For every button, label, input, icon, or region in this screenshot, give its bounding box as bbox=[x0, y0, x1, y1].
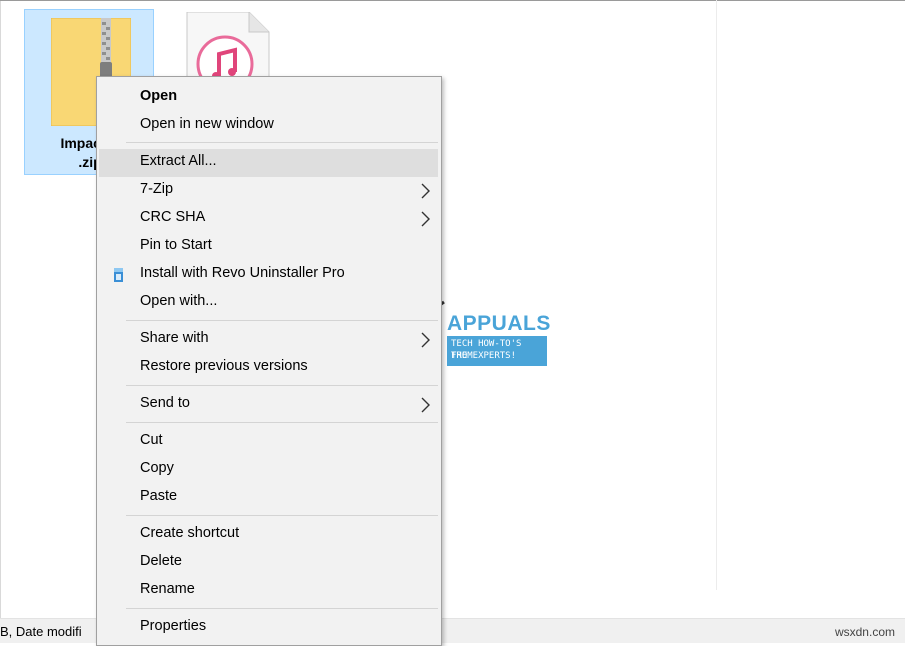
chevron-right-icon bbox=[421, 332, 430, 348]
menu-item-label: Extract All... bbox=[140, 153, 217, 169]
menu-item-label: Properties bbox=[140, 618, 207, 634]
menu-item-7zip[interactable]: 7-Zip bbox=[99, 177, 438, 205]
menu-item-label: Install with Revo Uninstaller Pro bbox=[140, 265, 345, 281]
menu-item-label: Open in new window bbox=[140, 116, 274, 132]
menu-item-rename[interactable]: Rename bbox=[99, 577, 438, 605]
menu-item-restore-previous-versions[interactable]: Restore previous versions bbox=[99, 354, 438, 382]
status-text: B, Date modifi bbox=[0, 624, 82, 639]
menu-item-paste[interactable]: Paste bbox=[99, 484, 438, 512]
menu-item-open[interactable]: Open bbox=[99, 84, 438, 112]
menu-item-cut[interactable]: Cut bbox=[99, 428, 438, 456]
menu-item-create-shortcut[interactable]: Create shortcut bbox=[99, 521, 438, 549]
menu-item-install-with-revo[interactable]: Install with Revo Uninstaller Pro bbox=[99, 261, 438, 289]
menu-item-label: Cut bbox=[140, 432, 163, 448]
menu-item-send-to[interactable]: Send to bbox=[99, 391, 438, 419]
menu-separator bbox=[126, 608, 438, 609]
menu-item-open-with[interactable]: Open with... bbox=[99, 289, 438, 317]
menu-separator bbox=[126, 142, 438, 143]
menu-item-label: Open with... bbox=[140, 293, 218, 309]
menu-item-label: Copy bbox=[140, 460, 174, 476]
menu-item-copy[interactable]: Copy bbox=[99, 456, 438, 484]
watermark-tagline: TECH HOW-TO'S FROM THE EXPERTS! bbox=[447, 336, 547, 366]
menu-item-label: Share with bbox=[140, 330, 209, 346]
menu-item-label: Rename bbox=[140, 581, 195, 597]
window-left-border bbox=[0, 1, 1, 618]
menu-item-open-in-new-window[interactable]: Open in new window bbox=[99, 112, 438, 140]
chevron-right-icon bbox=[421, 183, 430, 199]
watermark-tagline-line2: THE EXPERTS! bbox=[451, 351, 517, 361]
chevron-right-icon bbox=[421, 211, 430, 227]
menu-item-label: Create shortcut bbox=[140, 525, 240, 541]
menu-separator bbox=[126, 515, 438, 516]
chevron-right-icon bbox=[421, 397, 430, 413]
watermark-brand: APPUALS bbox=[447, 312, 551, 335]
menu-item-extract-all[interactable]: Extract All... bbox=[99, 149, 438, 177]
menu-item-label: Paste bbox=[140, 488, 178, 504]
menu-item-pin-to-start[interactable]: Pin to Start bbox=[99, 233, 438, 261]
menu-item-label: 7-Zip bbox=[140, 181, 174, 197]
context-menu: Open Open in new window Extract All... 7… bbox=[96, 76, 442, 646]
menu-item-delete[interactable]: Delete bbox=[99, 549, 438, 577]
menu-item-label: Open bbox=[140, 88, 178, 104]
menu-item-label: CRC SHA bbox=[140, 209, 206, 225]
pane-divider bbox=[716, 0, 717, 590]
window-top-border bbox=[0, 0, 905, 1]
menu-item-label: Delete bbox=[140, 553, 182, 569]
menu-item-label: Send to bbox=[140, 395, 190, 411]
menu-separator bbox=[126, 320, 438, 321]
menu-separator bbox=[126, 422, 438, 423]
menu-separator bbox=[126, 385, 438, 386]
menu-item-label: Restore previous versions bbox=[140, 358, 308, 374]
menu-item-crc-sha[interactable]: CRC SHA bbox=[99, 205, 438, 233]
menu-item-properties[interactable]: Properties bbox=[99, 614, 438, 642]
menu-item-label: Pin to Start bbox=[140, 237, 212, 253]
site-watermark: wsxdn.com bbox=[834, 625, 895, 639]
revo-uninstaller-icon bbox=[114, 268, 123, 282]
menu-item-share-with[interactable]: Share with bbox=[99, 326, 438, 354]
